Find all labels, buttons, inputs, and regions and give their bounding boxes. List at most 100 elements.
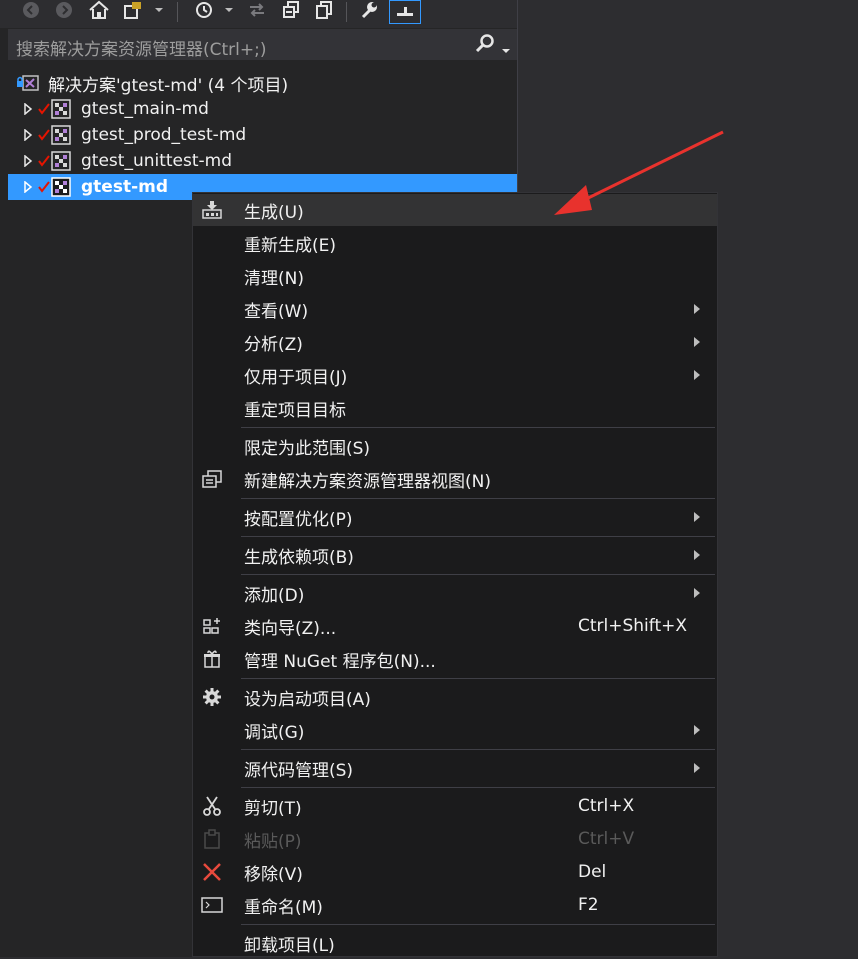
scissors-icon (199, 793, 225, 819)
menu-separator (241, 498, 715, 499)
menu-separator (241, 924, 715, 925)
checked-in-icon (38, 155, 50, 167)
chevron-down-icon[interactable] (222, 0, 236, 20)
toolbar-separator (346, 2, 347, 22)
submenu-arrow-icon (694, 725, 700, 735)
menu-item-label: 调试(G) (244, 722, 305, 743)
chevron-down-icon[interactable] (152, 0, 166, 20)
menu-item-add[interactable]: 添加(D) (193, 577, 717, 609)
project-label: gtest-md (81, 177, 169, 197)
menu-item-retarget[interactable]: 重定项目目标 (193, 392, 717, 424)
rename-icon (199, 892, 225, 918)
project-node-gtest-prod-test-md[interactable]: gtest_prod_test-md (8, 122, 517, 148)
menu-separator (241, 678, 715, 679)
expand-arrow-icon[interactable] (22, 155, 34, 167)
submenu-arrow-icon (694, 304, 700, 314)
menu-item-build-dependencies[interactable]: 生成依赖项(B) (193, 539, 717, 571)
toolbar-separator (177, 2, 178, 22)
cpp-project-icon (50, 99, 72, 119)
menu-item-view[interactable]: 查看(W) (193, 293, 717, 325)
menu-item-label: 清理(N) (244, 268, 304, 289)
solution-node[interactable]: 解决方案'gtest-md' (4 个项目) (8, 70, 517, 96)
menu-item-label: 重命名(M) (244, 897, 323, 918)
class-wizard-icon (199, 613, 225, 639)
close-icon (199, 859, 225, 885)
menu-item-clean[interactable]: 清理(N) (193, 260, 717, 292)
menu-item-label: 移除(V) (244, 864, 303, 885)
menu-item-remove[interactable]: 移除(V) Del (193, 856, 717, 888)
search-box[interactable]: 搜索解决方案资源管理器(Ctrl+;) (8, 29, 517, 60)
project-label: gtest_main-md (81, 99, 209, 119)
forward-icon[interactable] (53, 0, 75, 20)
expand-arrow-icon[interactable] (22, 103, 34, 115)
cpp-project-icon (50, 151, 72, 171)
menu-item-analyze[interactable]: 分析(Z) (193, 326, 717, 358)
menu-separator (241, 787, 715, 788)
menu-item-debug[interactable]: 调试(G) (193, 714, 717, 746)
cpp-project-icon (50, 177, 72, 197)
menu-item-rebuild[interactable]: 重新生成(E) (193, 227, 717, 259)
menu-item-set-startup[interactable]: 设为启动项目(A) (193, 681, 717, 713)
sync-icon[interactable] (245, 0, 269, 20)
project-context-menu: 生成(U) 重新生成(E) 清理(N) 查看(W) 分析(Z) 仅用于项目(J)… (192, 192, 718, 957)
menu-item-label: 管理 NuGet 程序包(N)... (244, 651, 436, 672)
menu-item-project-only[interactable]: 仅用于项目(J) (193, 359, 717, 391)
checked-in-icon (38, 181, 50, 193)
menu-separator (241, 749, 715, 750)
project-label: gtest_prod_test-md (81, 125, 247, 145)
menu-item-scope-to-this[interactable]: 限定为此范围(S) (193, 430, 717, 462)
preview-selected-items-icon[interactable] (389, 0, 421, 24)
build-icon (199, 197, 225, 223)
chevron-down-icon[interactable] (501, 41, 511, 60)
search-icon[interactable] (474, 33, 496, 59)
show-all-files-icon[interactable] (312, 0, 336, 20)
collapse-all-icon[interactable] (279, 0, 303, 20)
menu-item-label: 类向导(Z)... (244, 618, 337, 639)
project-label: gtest_unittest-md (81, 151, 233, 171)
menu-item-new-view[interactable]: 新建解决方案资源管理器视图(N) (193, 463, 717, 495)
properties-wrench-icon[interactable] (357, 0, 381, 20)
submenu-arrow-icon (694, 512, 700, 522)
menu-item-label: 分析(Z) (244, 334, 303, 355)
checked-in-icon (38, 103, 50, 115)
menu-item-cut[interactable]: 剪切(T) Ctrl+X (193, 790, 717, 822)
menu-item-manage-nuget[interactable]: 管理 NuGet 程序包(N)... (193, 643, 717, 675)
menu-item-class-wizard[interactable]: 类向导(Z)... Ctrl+Shift+X (193, 610, 717, 642)
menu-item-label: 粘贴(P) (244, 831, 302, 852)
gear-icon (199, 684, 225, 710)
submenu-arrow-icon (694, 337, 700, 347)
project-node-gtest-main-md[interactable]: gtest_main-md (8, 96, 517, 122)
home-icon[interactable] (87, 0, 111, 20)
submenu-arrow-icon (694, 588, 700, 598)
menu-item-label: 设为启动项目(A) (244, 689, 371, 710)
menu-item-source-control[interactable]: 源代码管理(S) (193, 752, 717, 784)
new-window-icon (199, 466, 225, 492)
menu-separator (241, 427, 715, 428)
solution-label: 解决方案'gtest-md' (4 个项目) (48, 75, 289, 96)
menu-item-label: 生成依赖项(B) (244, 547, 354, 568)
menu-item-rename[interactable]: 重命名(M) F2 (193, 889, 717, 921)
expand-arrow-icon[interactable] (22, 181, 34, 193)
switch-views-icon[interactable] (122, 0, 150, 20)
expand-arrow-icon[interactable] (22, 129, 34, 141)
menu-item-profile-guided[interactable]: 按配置优化(P) (193, 501, 717, 533)
annotation-arrow-icon (554, 130, 724, 215)
submenu-arrow-icon (694, 763, 700, 773)
menu-item-label: 仅用于项目(J) (244, 367, 348, 388)
menu-item-shortcut: Ctrl+V (578, 829, 635, 849)
menu-item-label: 源代码管理(S) (244, 760, 354, 781)
submenu-arrow-icon (694, 550, 700, 560)
checked-in-icon (38, 129, 50, 141)
menu-item-shortcut: Ctrl+Shift+X (578, 616, 688, 636)
pending-changes-icon[interactable] (192, 0, 216, 20)
project-node-gtest-unittest-md[interactable]: gtest_unittest-md (8, 148, 517, 174)
back-icon[interactable] (20, 0, 42, 20)
menu-item-label: 重新生成(E) (244, 235, 337, 256)
menu-item-label: 重定项目目标 (244, 400, 346, 421)
menu-item-unload[interactable]: 卸载项目(L) (193, 927, 717, 959)
menu-item-paste: 粘贴(P) Ctrl+V (193, 823, 717, 855)
solution-explorer-toolbar (0, 0, 517, 28)
menu-item-label: 卸载项目(L) (244, 935, 335, 956)
menu-separator (241, 574, 715, 575)
search-input-placeholder[interactable]: 搜索解决方案资源管理器(Ctrl+;) (16, 35, 266, 60)
